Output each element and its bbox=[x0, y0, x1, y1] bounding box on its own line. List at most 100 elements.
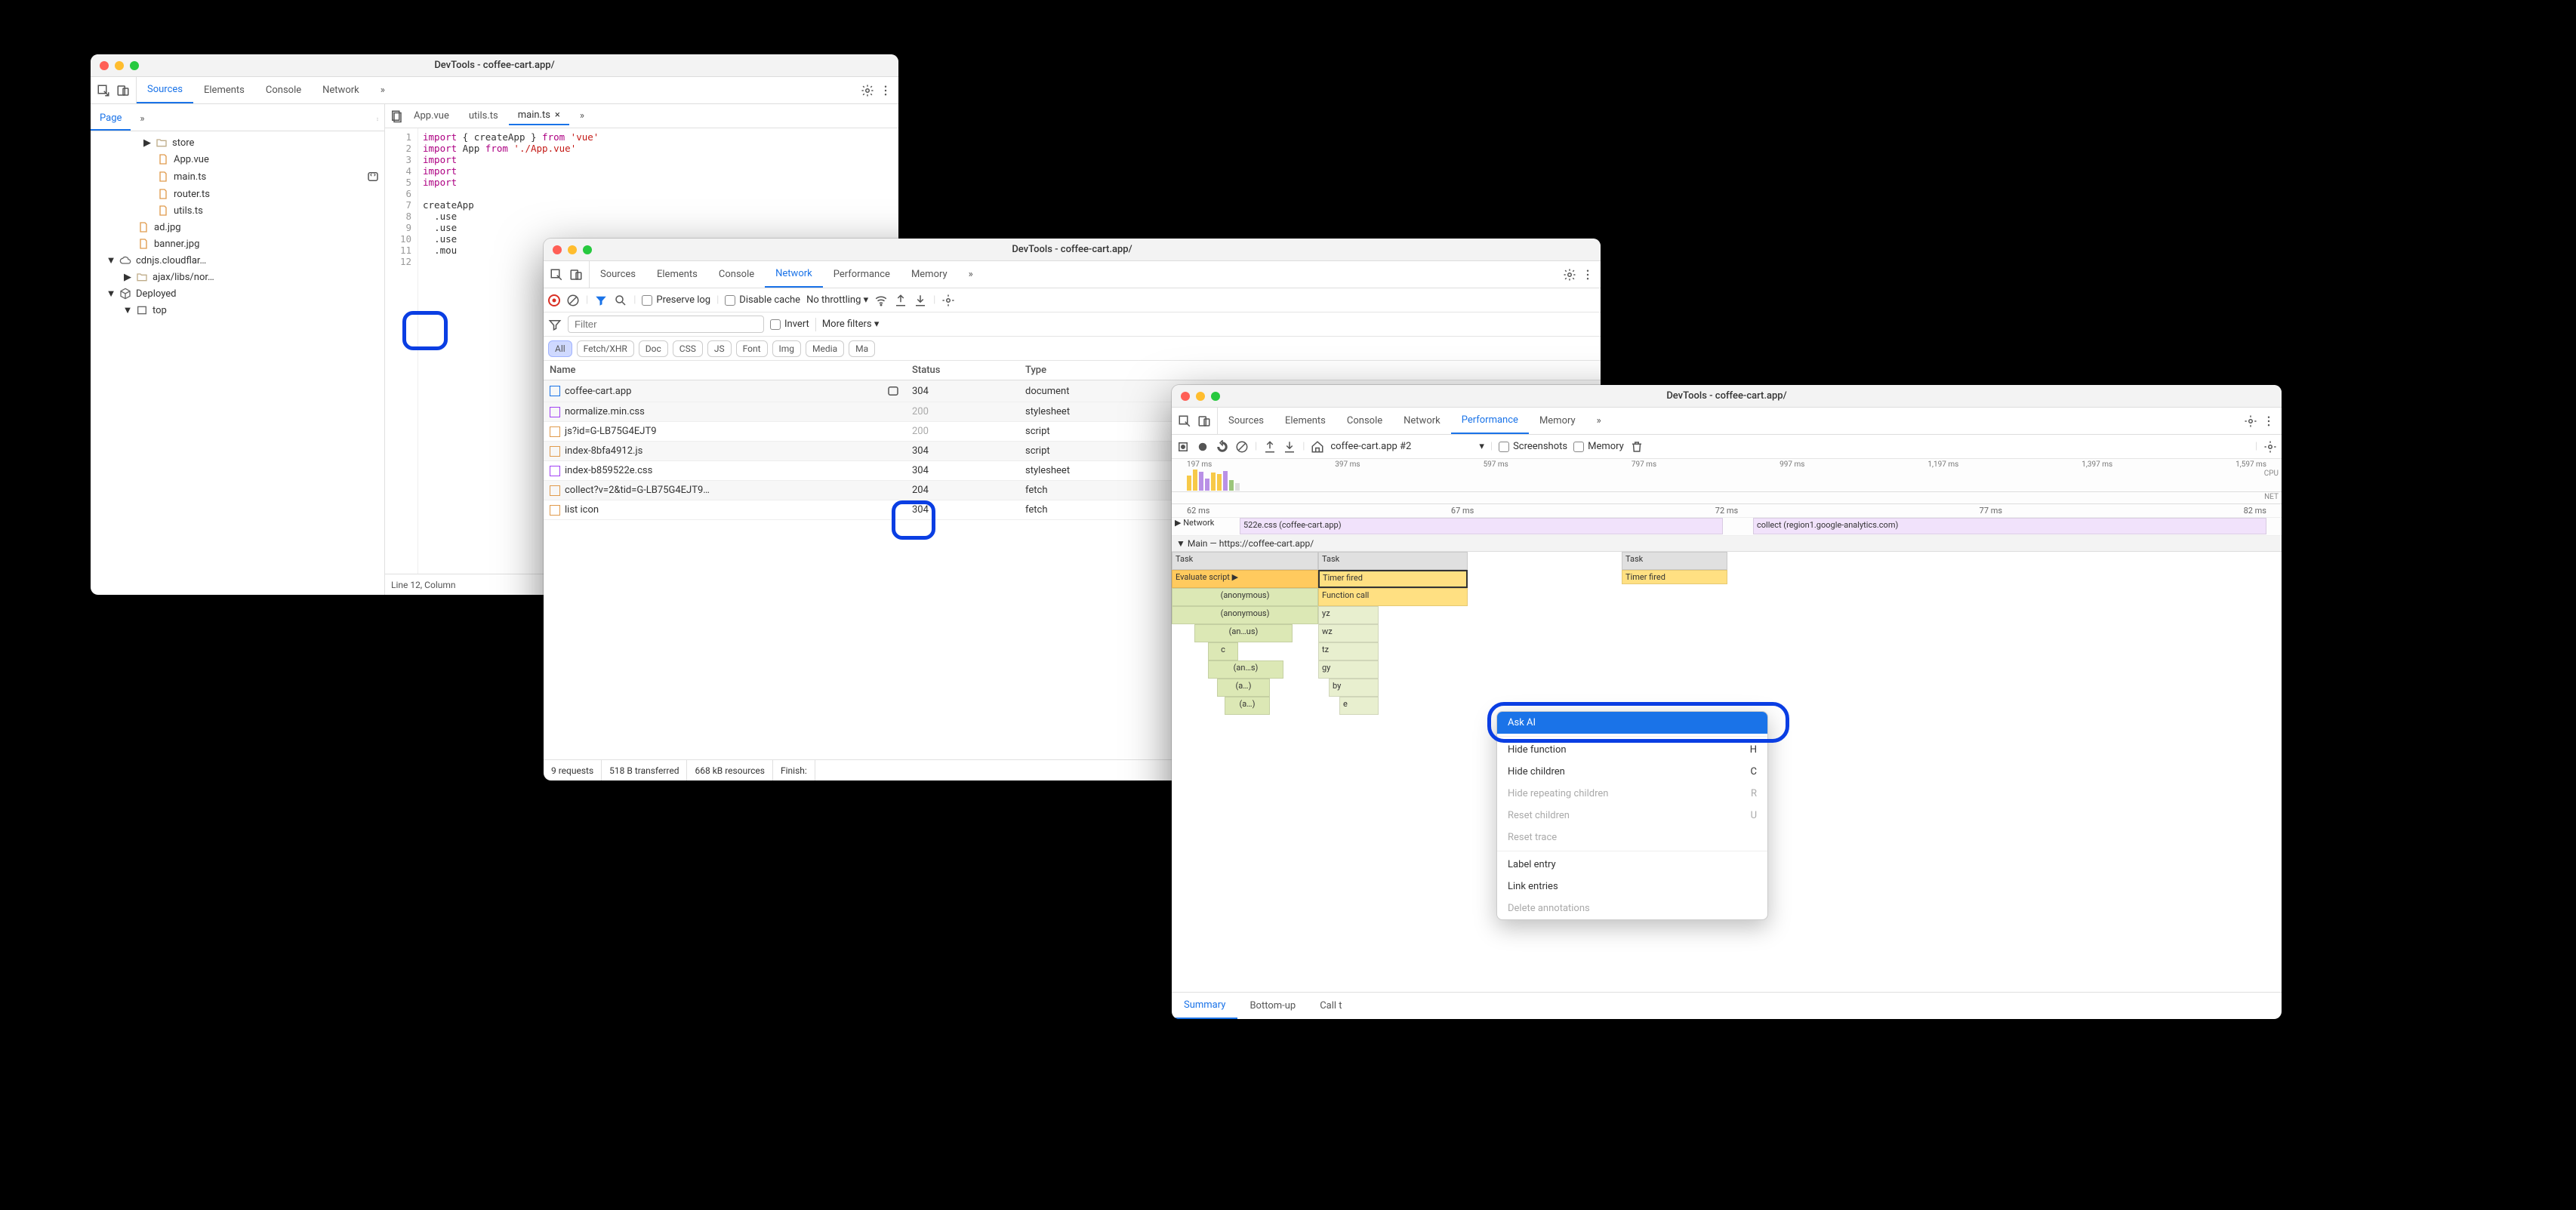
minimize-icon[interactable] bbox=[1196, 392, 1205, 401]
tree-file-ad-jpg[interactable]: ad.jpg bbox=[91, 219, 384, 236]
gear-icon[interactable] bbox=[941, 294, 955, 307]
editor-tab-utils-ts[interactable]: utils.ts bbox=[460, 107, 507, 125]
kebab-icon[interactable] bbox=[1581, 268, 1595, 282]
col-status[interactable]: Status bbox=[906, 361, 1019, 380]
kebab-icon[interactable] bbox=[879, 84, 892, 97]
invert-checkbox[interactable]: Invert bbox=[770, 319, 809, 330]
home-icon[interactable] bbox=[1311, 440, 1324, 454]
menu-ask-ai[interactable]: Ask AI bbox=[1497, 712, 1767, 734]
tab-sources[interactable]: Sources bbox=[590, 261, 646, 288]
tree-folder-ajax[interactable]: ▶ajax/libs/nor… bbox=[91, 269, 384, 285]
pill-manifest[interactable]: Ma bbox=[849, 340, 875, 357]
tab-performance[interactable]: Performance bbox=[823, 261, 901, 288]
clear-icon[interactable] bbox=[1235, 440, 1249, 454]
tree-file-banner-jpg[interactable]: banner.jpg bbox=[91, 236, 384, 252]
inspect-icon[interactable] bbox=[550, 268, 563, 282]
pill-img[interactable]: Img bbox=[772, 340, 802, 357]
performance-body[interactable]: 197 ms 397 ms 597 ms 797 ms 997 ms 1,197… bbox=[1172, 459, 2282, 992]
memory-checkbox[interactable]: Memory bbox=[1573, 441, 1624, 452]
flame-tz[interactable]: tz bbox=[1318, 642, 1379, 660]
record-icon[interactable] bbox=[1176, 440, 1190, 454]
record-filled-icon[interactable] bbox=[1196, 440, 1209, 454]
tab-summary[interactable]: Summary bbox=[1172, 993, 1237, 1019]
inspect-icon[interactable] bbox=[97, 84, 110, 97]
more-filters[interactable]: More filters ▾ bbox=[822, 319, 880, 330]
zoom-icon[interactable] bbox=[1211, 392, 1220, 401]
flame-e[interactable]: e bbox=[1339, 697, 1379, 715]
tab-sources[interactable]: Sources bbox=[1218, 408, 1274, 434]
kebab-icon[interactable] bbox=[371, 112, 384, 126]
lane-header-main[interactable]: ▼ Main — https://coffee-cart.app/ bbox=[1172, 536, 2282, 552]
ai-badge-icon[interactable] bbox=[886, 384, 900, 398]
tree-origin-cdnjs[interactable]: ▼cdnjs.cloudflar… bbox=[91, 252, 384, 269]
tree-deployed[interactable]: ▼Deployed bbox=[91, 285, 384, 302]
navigator-tab-page[interactable]: Page bbox=[91, 107, 131, 131]
flame-task[interactable]: Task bbox=[1318, 552, 1468, 570]
flame-a2[interactable]: (a…) bbox=[1225, 697, 1270, 715]
net-bar-css[interactable]: 522e.css (coffee-cart.app) bbox=[1240, 518, 1723, 534]
tab-performance[interactable]: Performance bbox=[1451, 408, 1529, 434]
flame-c[interactable]: c bbox=[1208, 642, 1238, 660]
col-type[interactable]: Type bbox=[1019, 361, 1601, 380]
record-icon[interactable] bbox=[548, 294, 560, 306]
disable-cache-checkbox[interactable]: Disable cache bbox=[725, 294, 800, 306]
trash-icon[interactable] bbox=[1630, 440, 1644, 454]
tab-console[interactable]: Console bbox=[255, 77, 312, 103]
filter-funnel-icon[interactable] bbox=[548, 318, 562, 331]
tab-elements[interactable]: Elements bbox=[646, 261, 708, 288]
preserve-log-checkbox[interactable]: Preserve log bbox=[642, 294, 710, 306]
reload-icon[interactable] bbox=[1216, 440, 1229, 454]
flame-an-s[interactable]: (an…s) bbox=[1208, 660, 1283, 679]
flame-wz[interactable]: wz bbox=[1318, 624, 1379, 642]
tab-more[interactable]: » bbox=[958, 261, 984, 288]
tab-more[interactable]: » bbox=[1586, 408, 1612, 434]
filter-icon[interactable] bbox=[594, 294, 608, 307]
pill-js[interactable]: JS bbox=[707, 340, 732, 357]
tab-more[interactable]: » bbox=[370, 77, 396, 103]
throttling-select[interactable]: No throttling ▾ bbox=[806, 294, 868, 306]
tree-top[interactable]: ▼top bbox=[91, 302, 384, 319]
ai-badge-icon[interactable] bbox=[366, 170, 380, 183]
tab-network[interactable]: Network bbox=[765, 261, 823, 288]
flame-gy[interactable]: gy bbox=[1318, 660, 1379, 679]
flame-an-us[interactable]: (an…us) bbox=[1194, 624, 1293, 642]
device-icon[interactable] bbox=[569, 268, 583, 282]
flame-timer-fired[interactable]: Timer fired bbox=[1318, 570, 1468, 588]
flame-by[interactable]: by bbox=[1329, 679, 1379, 697]
tab-memory[interactable]: Memory bbox=[1529, 408, 1586, 434]
lane-network[interactable]: ▶ Network 522e.css (coffee-cart.app) col… bbox=[1172, 518, 2282, 536]
tab-call-tree[interactable]: Call t bbox=[1308, 993, 1354, 1019]
filter-input[interactable] bbox=[568, 316, 764, 333]
menu-hide-function[interactable]: Hide functionH bbox=[1497, 739, 1767, 761]
editor-tab-main-ts[interactable]: main.ts× bbox=[509, 106, 569, 125]
pill-all[interactable]: All bbox=[548, 340, 572, 357]
pill-media[interactable]: Media bbox=[806, 340, 844, 357]
navigator-more[interactable]: » bbox=[131, 107, 153, 131]
close-icon[interactable] bbox=[100, 61, 109, 70]
gear-icon[interactable] bbox=[1563, 268, 1576, 282]
kebab-icon[interactable] bbox=[2262, 414, 2276, 428]
search-icon[interactable] bbox=[614, 294, 627, 307]
upload-icon[interactable] bbox=[1263, 440, 1277, 454]
tab-network[interactable]: Network bbox=[312, 77, 370, 103]
device-icon[interactable] bbox=[1197, 414, 1211, 428]
tab-console[interactable]: Console bbox=[1336, 408, 1393, 434]
flame-anon[interactable]: (anonymous) bbox=[1172, 606, 1318, 624]
recording-select[interactable]: coffee-cart.app #2▾ bbox=[1330, 441, 1484, 452]
download-icon[interactable] bbox=[1283, 440, 1296, 454]
tab-sources[interactable]: Sources bbox=[137, 77, 193, 103]
tree-file-main-ts[interactable]: main.ts bbox=[91, 168, 384, 186]
pill-font[interactable]: Font bbox=[736, 340, 768, 357]
gear-icon[interactable] bbox=[2263, 440, 2277, 454]
pill-doc[interactable]: Doc bbox=[639, 340, 668, 357]
close-tab-icon[interactable]: × bbox=[555, 109, 560, 121]
editor-tabs-more[interactable]: » bbox=[571, 107, 593, 125]
screenshots-checkbox[interactable]: Screenshots bbox=[1499, 441, 1567, 452]
flame-evaluate-script[interactable]: Evaluate script ▶ bbox=[1172, 570, 1318, 588]
flame-task[interactable]: Task bbox=[1622, 552, 1727, 570]
tab-network[interactable]: Network bbox=[1393, 408, 1451, 434]
flame-chart[interactable]: Task Task Task Evaluate script ▶ Timer f… bbox=[1172, 552, 2282, 715]
tab-memory[interactable]: Memory bbox=[901, 261, 958, 288]
tab-elements[interactable]: Elements bbox=[1274, 408, 1336, 434]
minimize-icon[interactable] bbox=[115, 61, 124, 70]
